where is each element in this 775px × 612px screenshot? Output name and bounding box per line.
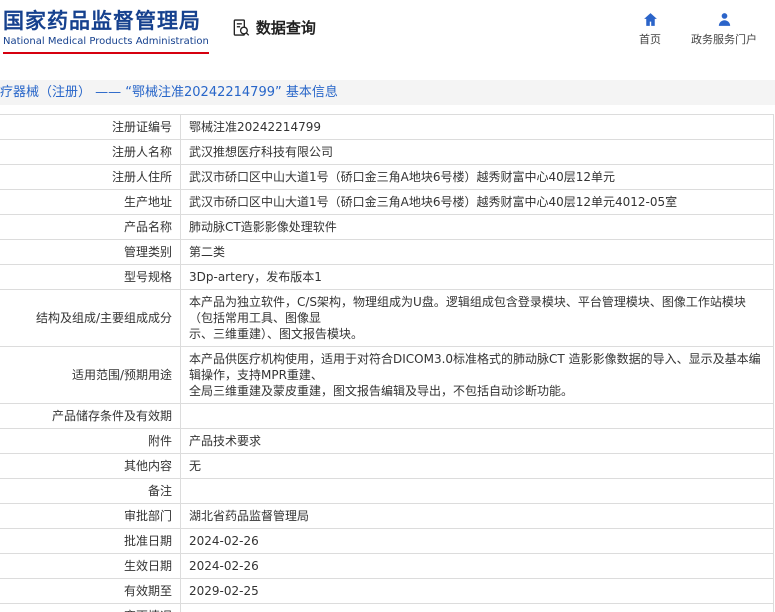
info-table: 注册证编号 鄂械注准20242214799 注册人名称 武汉推想医疗科技有限公司… bbox=[0, 114, 774, 612]
table-row: 附件 产品技术要求 bbox=[0, 428, 774, 454]
row-label: 适用范围/预期用途 bbox=[0, 346, 181, 404]
row-value: 本产品为独立软件，C/S架构，物理组成为U盘。逻辑组成包含登录模块、平台管理模块… bbox=[180, 289, 774, 347]
data-query-label: 数据查询 bbox=[255, 19, 316, 37]
table-row: 注册证编号 鄂械注准20242214799 bbox=[0, 114, 774, 140]
table-row: 批准日期 2024-02-26 bbox=[0, 528, 774, 554]
page-title: 疗器械（注册） —— “鄂械注准20242214799” 基本信息 bbox=[0, 85, 338, 100]
row-value: 3Dp-artery，发布版本1 bbox=[180, 264, 774, 290]
table-row: 适用范围/预期用途 本产品供医疗机构使用，适用于对符合DICOM3.0标准格式的… bbox=[0, 346, 774, 404]
table-row: 产品名称 肺动脉CT造影影像处理软件 bbox=[0, 214, 774, 240]
row-value: 无 bbox=[180, 453, 774, 479]
row-value: 武汉推想医疗科技有限公司 bbox=[180, 139, 774, 165]
row-label: 审批部门 bbox=[0, 503, 181, 529]
row-label: 结构及组成/主要组成成分 bbox=[0, 289, 181, 347]
table-row: 其他内容 无 bbox=[0, 453, 774, 479]
row-value: 鄂械注准20242214799 bbox=[180, 114, 774, 140]
row-label: 其他内容 bbox=[0, 453, 181, 479]
header-nav: 首页 政务服务门户 bbox=[639, 11, 757, 47]
table-row: 管理类别 第二类 bbox=[0, 239, 774, 265]
row-value: 武汉市硚口区中山大道1号（硚口金三角A地块6号楼）越秀财富中心40层12单元 bbox=[180, 164, 774, 190]
table-row: 注册人名称 武汉推想医疗科技有限公司 bbox=[0, 139, 774, 165]
row-value: 2024-02-26 bbox=[180, 553, 774, 579]
table-row: 有效期至 2029-02-25 bbox=[0, 578, 774, 604]
table-row: 产品储存条件及有效期 bbox=[0, 403, 774, 429]
table-row: 变更情况 bbox=[0, 603, 774, 612]
row-label: 附件 bbox=[0, 428, 181, 454]
table-row: 备注 bbox=[0, 478, 774, 504]
nav-home[interactable]: 首页 bbox=[639, 11, 661, 47]
agency-title-cn: 国家药品监督管理局 bbox=[3, 9, 201, 33]
table-row: 结构及组成/主要组成成分 本产品为独立软件，C/S架构，物理组成为U盘。逻辑组成… bbox=[0, 289, 774, 347]
table-row: 审批部门 湖北省药品监督管理局 bbox=[0, 503, 774, 529]
page-header: 国家药品监督管理局 National Medical Products Admi… bbox=[0, 0, 775, 78]
row-label: 生效日期 bbox=[0, 553, 181, 579]
row-label: 注册人住所 bbox=[0, 164, 181, 190]
data-query-section: 数据查询 bbox=[231, 17, 316, 38]
page-title-bar: 疗器械（注册） —— “鄂械注准20242214799” 基本信息 bbox=[0, 80, 775, 105]
row-value: 肺动脉CT造影影像处理软件 bbox=[180, 214, 774, 240]
row-label: 型号规格 bbox=[0, 264, 181, 290]
table-row: 注册人住所 武汉市硚口区中山大道1号（硚口金三角A地块6号楼）越秀财富中心40层… bbox=[0, 164, 774, 190]
row-value: 产品技术要求 bbox=[180, 428, 774, 454]
row-value bbox=[180, 603, 774, 612]
nav-portal-label: 政务服务门户 bbox=[691, 33, 757, 46]
agency-logo: 国家药品监督管理局 National Medical Products Admi… bbox=[3, 8, 209, 54]
row-label: 生产地址 bbox=[0, 189, 181, 215]
row-label: 注册人名称 bbox=[0, 139, 181, 165]
table-row: 生产地址 武汉市硚口区中山大道1号（硚口金三角A地块6号楼）越秀财富中心40层1… bbox=[0, 189, 774, 215]
row-label: 注册证编号 bbox=[0, 114, 181, 140]
user-icon bbox=[716, 11, 733, 28]
row-label: 批准日期 bbox=[0, 528, 181, 554]
row-label: 备注 bbox=[0, 478, 181, 504]
row-label: 管理类别 bbox=[0, 239, 181, 265]
nav-home-label: 首页 bbox=[639, 33, 661, 46]
table-row: 型号规格 3Dp-artery，发布版本1 bbox=[0, 264, 774, 290]
row-value: 本产品供医疗机构使用，适用于对符合DICOM3.0标准格式的肺动脉CT 造影影像… bbox=[180, 346, 774, 404]
nav-portal[interactable]: 政务服务门户 bbox=[691, 11, 757, 47]
document-search-icon bbox=[231, 18, 251, 38]
registration-info: 注册证编号 鄂械注准20242214799 注册人名称 武汉推想医疗科技有限公司… bbox=[0, 114, 775, 612]
row-label: 产品储存条件及有效期 bbox=[0, 403, 181, 429]
home-icon bbox=[642, 11, 659, 28]
row-value: 第二类 bbox=[180, 239, 774, 265]
agency-title-en: National Medical Products Administration bbox=[3, 34, 209, 54]
row-label: 变更情况 bbox=[0, 603, 181, 612]
row-value: 湖北省药品监督管理局 bbox=[180, 503, 774, 529]
row-value bbox=[180, 478, 774, 504]
row-value: 2024-02-26 bbox=[180, 528, 774, 554]
table-row: 生效日期 2024-02-26 bbox=[0, 553, 774, 579]
row-value bbox=[180, 403, 774, 429]
row-value: 2029-02-25 bbox=[180, 578, 774, 604]
row-label: 产品名称 bbox=[0, 214, 181, 240]
row-value: 武汉市硚口区中山大道1号（硚口金三角A地块6号楼）越秀财富中心40层12单元40… bbox=[180, 189, 774, 215]
row-label: 有效期至 bbox=[0, 578, 181, 604]
